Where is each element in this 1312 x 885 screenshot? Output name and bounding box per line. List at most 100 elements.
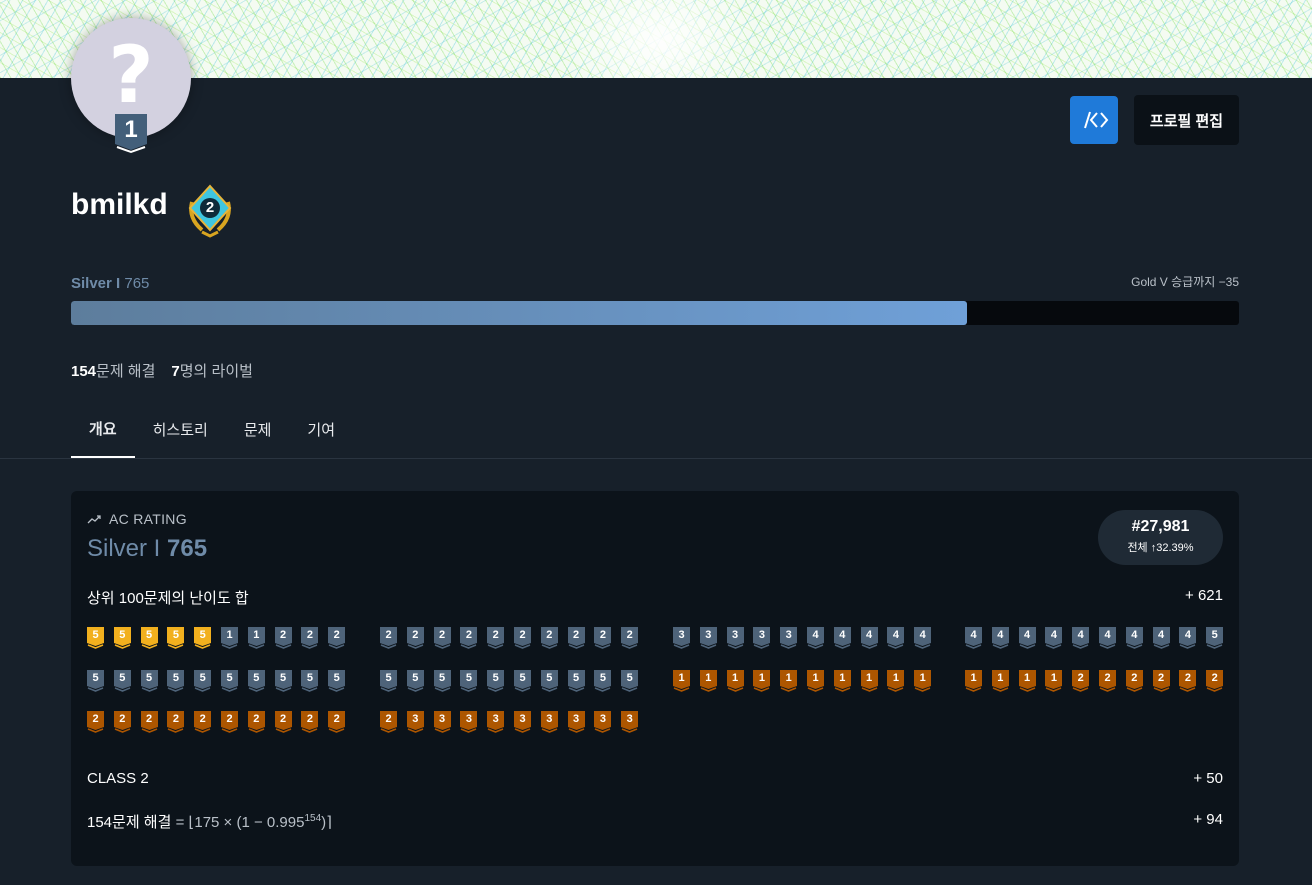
problem-tier-badge[interactable]: 2	[194, 711, 212, 733]
problem-tier-badge[interactable]: 1	[887, 670, 905, 692]
problem-tier-badge[interactable]: 2	[247, 711, 265, 733]
problem-tier-badge[interactable]: 1	[965, 670, 982, 692]
tab-history[interactable]: 히스토리	[135, 400, 226, 458]
problem-tier-badge[interactable]: 3	[460, 711, 478, 733]
problem-tier-badge[interactable]: 5	[113, 627, 131, 649]
problem-tier-badge[interactable]: 3	[594, 711, 612, 733]
problem-tier-badge[interactable]: 3	[540, 711, 558, 733]
problem-tier-badge[interactable]: 4	[807, 627, 824, 649]
problem-tier-badge[interactable]: 2	[328, 627, 346, 649]
problem-tier-badge[interactable]: 2	[87, 711, 104, 733]
problem-tier-badge[interactable]: 5	[540, 670, 558, 692]
problem-tier-badge[interactable]: 1	[807, 670, 824, 692]
problem-tier-badge[interactable]: 5	[87, 670, 104, 692]
tab-problems[interactable]: 문제	[226, 400, 290, 458]
problem-tier-badge[interactable]: 5	[406, 670, 424, 692]
problem-tier-badge[interactable]: 2	[406, 627, 424, 649]
code-button[interactable]	[1070, 96, 1118, 144]
problem-tier-badge[interactable]: 1	[833, 670, 851, 692]
problem-tier-badge[interactable]: 5	[140, 670, 158, 692]
problem-tier-badge[interactable]: 2	[1152, 670, 1170, 692]
problem-tier-badge[interactable]: 1	[991, 670, 1009, 692]
problem-tier-badge[interactable]: 4	[1072, 627, 1090, 649]
problem-tier-badge[interactable]: 3	[621, 711, 639, 733]
problem-tier-badge[interactable]: 4	[1125, 627, 1143, 649]
problem-tier-badge[interactable]: 5	[301, 670, 319, 692]
problem-tier-badge[interactable]: 4	[833, 627, 851, 649]
problem-tier-badge[interactable]: 2	[1099, 670, 1116, 692]
tab-contribution[interactable]: 기여	[289, 400, 353, 458]
problem-tier-badge[interactable]: 2	[1179, 670, 1197, 692]
problem-tier-badge[interactable]: 2	[1072, 670, 1090, 692]
problem-tier-badge[interactable]: 1	[860, 670, 878, 692]
problem-tier-badge[interactable]: 5	[247, 670, 265, 692]
problem-tier-badge[interactable]: 1	[753, 670, 771, 692]
problem-tier-badge[interactable]: 5	[221, 670, 238, 692]
problem-tier-badge[interactable]: 2	[460, 627, 478, 649]
problem-tier-badge[interactable]: 5	[1206, 627, 1224, 649]
problem-tier-badge[interactable]: 4	[1152, 627, 1170, 649]
problem-tier-badge[interactable]: 2	[140, 711, 158, 733]
problem-tier-badge[interactable]: 3	[487, 711, 505, 733]
problem-tier-badge[interactable]: 5	[460, 670, 478, 692]
problem-tier-badge[interactable]: 1	[726, 670, 744, 692]
problem-tier-badge[interactable]: 5	[140, 627, 158, 649]
problem-tier-badge[interactable]: 5	[194, 670, 212, 692]
problem-tier-badge[interactable]: 1	[914, 670, 932, 692]
problem-tier-badge[interactable]: 3	[514, 711, 531, 733]
problem-tier-badge[interactable]: 1	[699, 670, 717, 692]
problem-tier-badge[interactable]: 1	[780, 670, 798, 692]
problem-tier-badge[interactable]: 5	[167, 670, 185, 692]
problem-tier-badge[interactable]: 2	[567, 627, 585, 649]
problem-tier-badge[interactable]: 5	[514, 670, 531, 692]
problem-tier-badge[interactable]: 2	[594, 627, 612, 649]
problem-tier-badge[interactable]: 1	[221, 627, 238, 649]
problem-tier-badge[interactable]: 2	[274, 711, 292, 733]
problem-tier-badge[interactable]: 2	[167, 711, 185, 733]
problem-tier-badge[interactable]: 2	[301, 627, 319, 649]
problem-tier-badge[interactable]: 5	[380, 670, 397, 692]
problem-tier-badge[interactable]: 5	[567, 670, 585, 692]
problem-tier-badge[interactable]: 2	[301, 711, 319, 733]
problem-tier-badge[interactable]: 3	[726, 627, 744, 649]
problem-tier-badge[interactable]: 3	[699, 627, 717, 649]
problem-tier-badge[interactable]: 4	[991, 627, 1009, 649]
problem-tier-badge[interactable]: 4	[965, 627, 982, 649]
problem-tier-badge[interactable]: 2	[1125, 670, 1143, 692]
problem-tier-badge[interactable]: 4	[860, 627, 878, 649]
problem-tier-badge[interactable]: 2	[621, 627, 639, 649]
problem-tier-badge[interactable]: 3	[673, 627, 690, 649]
problem-tier-badge[interactable]: 4	[1179, 627, 1197, 649]
problem-tier-badge[interactable]: 3	[567, 711, 585, 733]
problem-tier-badge[interactable]: 4	[887, 627, 905, 649]
problem-tier-badge[interactable]: 5	[274, 670, 292, 692]
problem-tier-badge[interactable]: 4	[1045, 627, 1063, 649]
problem-tier-badge[interactable]: 2	[433, 627, 451, 649]
problem-tier-badge[interactable]: 5	[328, 670, 346, 692]
problem-tier-badge[interactable]: 2	[380, 627, 397, 649]
problem-tier-badge[interactable]: 2	[328, 711, 346, 733]
tab-overview[interactable]: 개요	[71, 400, 135, 458]
problem-tier-badge[interactable]: 3	[406, 711, 424, 733]
problem-tier-badge[interactable]: 2	[274, 627, 292, 649]
problem-tier-badge[interactable]: 1	[247, 627, 265, 649]
problem-tier-badge[interactable]: 1	[673, 670, 690, 692]
problem-tier-badge[interactable]: 5	[167, 627, 185, 649]
problem-tier-badge[interactable]: 2	[514, 627, 531, 649]
problem-tier-badge[interactable]: 1	[1018, 670, 1036, 692]
problem-tier-badge[interactable]: 5	[594, 670, 612, 692]
problem-tier-badge[interactable]: 2	[221, 711, 238, 733]
problem-tier-badge[interactable]: 5	[433, 670, 451, 692]
problem-tier-badge[interactable]: 4	[1018, 627, 1036, 649]
problem-tier-badge[interactable]: 3	[753, 627, 771, 649]
problem-tier-badge[interactable]: 3	[433, 711, 451, 733]
problem-tier-badge[interactable]: 5	[113, 670, 131, 692]
problem-tier-badge[interactable]: 4	[914, 627, 932, 649]
problem-tier-badge[interactable]: 5	[87, 627, 104, 649]
problem-tier-badge[interactable]: 2	[487, 627, 505, 649]
problem-tier-badge[interactable]: 5	[621, 670, 639, 692]
problem-tier-badge[interactable]: 5	[194, 627, 212, 649]
problem-tier-badge[interactable]: 2	[380, 711, 397, 733]
edit-profile-button[interactable]: 프로필 편집	[1134, 95, 1239, 145]
problem-tier-badge[interactable]: 5	[487, 670, 505, 692]
